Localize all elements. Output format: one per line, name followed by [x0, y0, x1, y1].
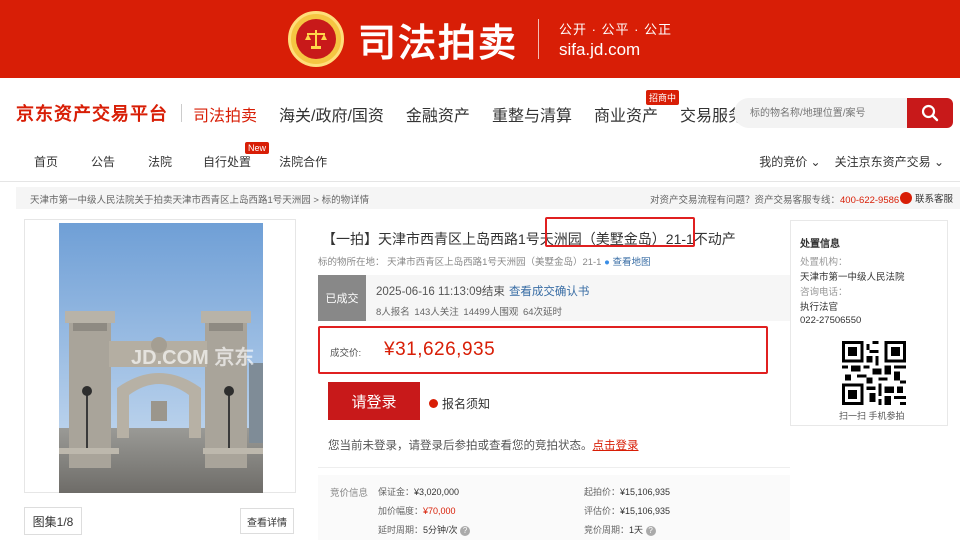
appraisal-label: 评估价： [584, 506, 621, 516]
main-nav: 京东资产交易平台 司法拍卖 海关/政府/国资 金融资产 重整与清算 商业资产 招… [0, 90, 960, 132]
help-icon[interactable]: ? [460, 525, 471, 536]
qr-code[interactable] [842, 341, 906, 405]
appraisal-value: ¥15,106,935 [620, 506, 671, 516]
subnav-court-cooperation[interactable]: 法院合作 [279, 153, 327, 170]
sub-nav: 首页 公告 法院 自行处置 New 法院合作 我的竞价 ⌄ 关注京东资产交易 ⌄ [0, 142, 960, 174]
image-panel: JD.COM 京东 [24, 219, 296, 493]
nav-item-judicial-auction[interactable]: 司法拍卖 [193, 102, 257, 126]
breadcrumb[interactable]: 天津市第一中级人民法院关于拍卖天津市西青区上岛西路1号天洲园 > 标的物详情 [30, 192, 369, 206]
auction-status-panel: 已成交 2025-06-16 11:13:09结束 查看成交确认书 8人报名 14… [318, 275, 790, 321]
view-details-button[interactable]: 查看详情 [240, 508, 294, 534]
nav-item-restructuring[interactable]: 重整与清算 [492, 102, 572, 126]
recruiting-badge: 招商中 [645, 90, 679, 105]
consult-contact: 执行法官 [800, 302, 839, 313]
consult-phone-label: 咨询电话： [800, 287, 848, 298]
court-emblem-icon [287, 11, 344, 67]
search-icon [921, 104, 939, 122]
disposal-info-card: 处置信息 处置机构： 天津市第一中级人民法院 咨询电话： 执行法官 022-27… [790, 220, 948, 426]
follow-dropdown[interactable]: 关注京东资产交易 ⌄ [835, 153, 944, 170]
watermark: JD.COM 京东 [131, 347, 255, 369]
bid-info-heading: 竞价信息 [330, 488, 369, 499]
item-location: 标的物所在地： 天津市西青区上岛西路1号天洲园（美墅金岛）21-1 ● 查看地图 [318, 254, 651, 268]
qr-caption: 扫一扫 手机参拍 [839, 411, 905, 421]
cycle-value: 1天 [629, 525, 644, 535]
view-confirmation-link[interactable]: 查看成交确认书 [509, 286, 590, 298]
status-badge: 已成交 [318, 275, 366, 321]
deposit-row: 保证金：¥3,020,000 [378, 485, 459, 498]
subnav-announcements[interactable]: 公告 [91, 153, 115, 170]
login-tip: 您当前未登录，请登录后参拍或查看您的竞拍状态。点击登录 [328, 437, 639, 453]
click-login-link[interactable]: 点击登录 [593, 440, 639, 452]
delay-value: 5分钟/次 [423, 525, 458, 535]
my-bids-dropdown[interactable]: 我的竞价 ⌄ [759, 153, 820, 170]
new-badge: New [245, 142, 270, 154]
location-label: 标的物所在地： [318, 257, 385, 268]
disposal-org-label: 处置机构： [800, 257, 848, 268]
banner-slogan: 公开 · 公平 · 公正 [558, 21, 673, 37]
help-text: 对资产交易流程有问题？资产交易客服专线： [650, 195, 841, 206]
deal-price-label: 成交价: [330, 348, 362, 359]
disposal-org-value: 天津市第一中级人民法院 [800, 272, 905, 283]
subnav-home[interactable]: 首页 [34, 153, 58, 170]
registration-notice-label: 报名须知 [442, 397, 491, 411]
gallery-counter-button[interactable]: 图集1/8 [24, 507, 82, 535]
nav-item-label: 商业资产 [593, 108, 658, 125]
consult-phone-value: 022-27506550 [800, 315, 862, 326]
search-input[interactable] [734, 98, 910, 128]
bid-divider [318, 467, 790, 468]
banner-divider [537, 19, 539, 59]
subnav-courts[interactable]: 法院 [148, 153, 172, 170]
increment-label: 加价幅度： [378, 506, 424, 516]
banner-title: 司法拍卖 [357, 22, 518, 65]
property-photo[interactable]: JD.COM 京东 [59, 223, 263, 493]
delay-label: 延时周期： [378, 525, 424, 535]
top-banner: 司法拍卖 公开 · 公平 · 公正 sifa.jd.com [0, 0, 960, 78]
start-price-value: ¥15,106,935 [620, 487, 671, 497]
increment-value: ¥70,000 [423, 506, 456, 516]
start-price-label: 起拍价： [584, 487, 621, 497]
cycle-label: 竞价周期： [584, 525, 630, 535]
breadcrumb-bar: 天津市第一中级人民法院关于拍卖天津市西青区上岛西路1号天洲园 > 标的物详情 对… [16, 187, 960, 209]
login-button[interactable]: 请登录 [328, 382, 420, 420]
increment-row: 加价幅度：¥70,000 [378, 504, 456, 517]
contact-service-label: 联系客服 [915, 194, 954, 205]
delay-row: 延时周期：5分钟/次 ? [378, 523, 471, 536]
subnav-self-disposal[interactable]: 自行处置 New [203, 142, 270, 170]
bid-info-panel: 竞价信息 保证金：¥3,020,000 起拍价：¥15,106,935 加价幅度… [318, 475, 790, 540]
subnav-self-disposal-label: 自行处置 [203, 155, 252, 169]
nav-item-customs-government[interactable]: 海关/政府/国资 [279, 102, 384, 126]
deposit-label: 保证金： [378, 487, 415, 497]
map-pin-icon: ● [604, 257, 610, 268]
highlight-box-title [545, 217, 695, 247]
nav-item-commercial-assets[interactable]: 商业资产 招商中 [593, 90, 679, 126]
service-icon [900, 192, 912, 204]
appraisal-row: 评估价：¥15,106,935 [584, 504, 670, 517]
auction-stats: 8人报名 143人关注 14499人围观 64次延时 [376, 307, 563, 318]
end-time-text: 2025-06-16 11:13:09结束 [376, 286, 505, 298]
search-button[interactable] [907, 98, 953, 128]
contact-service-button[interactable]: 联系客服 [900, 191, 953, 205]
help-icon[interactable]: ? [645, 525, 656, 536]
banner-url: sifa.jd.com [558, 39, 641, 59]
registration-notice-link[interactable]: 报名须知 [429, 395, 490, 412]
info-icon [429, 399, 438, 408]
deal-price-box: 成交价: ¥31,626,935 [318, 326, 768, 374]
deposit-value: ¥3,020,000 [414, 487, 460, 497]
disposal-info-title: 处置信息 [800, 239, 840, 250]
auction-end-time: 2025-06-16 11:13:09结束 查看成交确认书 [376, 283, 589, 299]
platform-logo[interactable]: 京东资产交易平台 [16, 100, 168, 126]
cycle-row: 竞价周期：1天 ? [584, 523, 656, 536]
view-map-link[interactable]: 查看地图 [613, 257, 651, 268]
hotline-number: 400-622-9586 [840, 195, 900, 206]
start-price-row: 起拍价：¥15,106,935 [584, 485, 670, 498]
header-divider [0, 181, 960, 182]
location-value: 天津市西青区上岛西路1号天洲园（美墅金岛）21-1 [387, 257, 602, 268]
nav-divider [181, 104, 182, 122]
login-tip-text: 您当前未登录，请登录后参拍或查看您的竞拍状态。 [328, 440, 593, 452]
deal-price-value: ¥31,626,935 [384, 339, 496, 360]
nav-item-financial-assets[interactable]: 金融资产 [406, 102, 470, 126]
help-hotline: 对资产交易流程有问题？资产交易客服专线：400-622-9586 [650, 192, 899, 206]
